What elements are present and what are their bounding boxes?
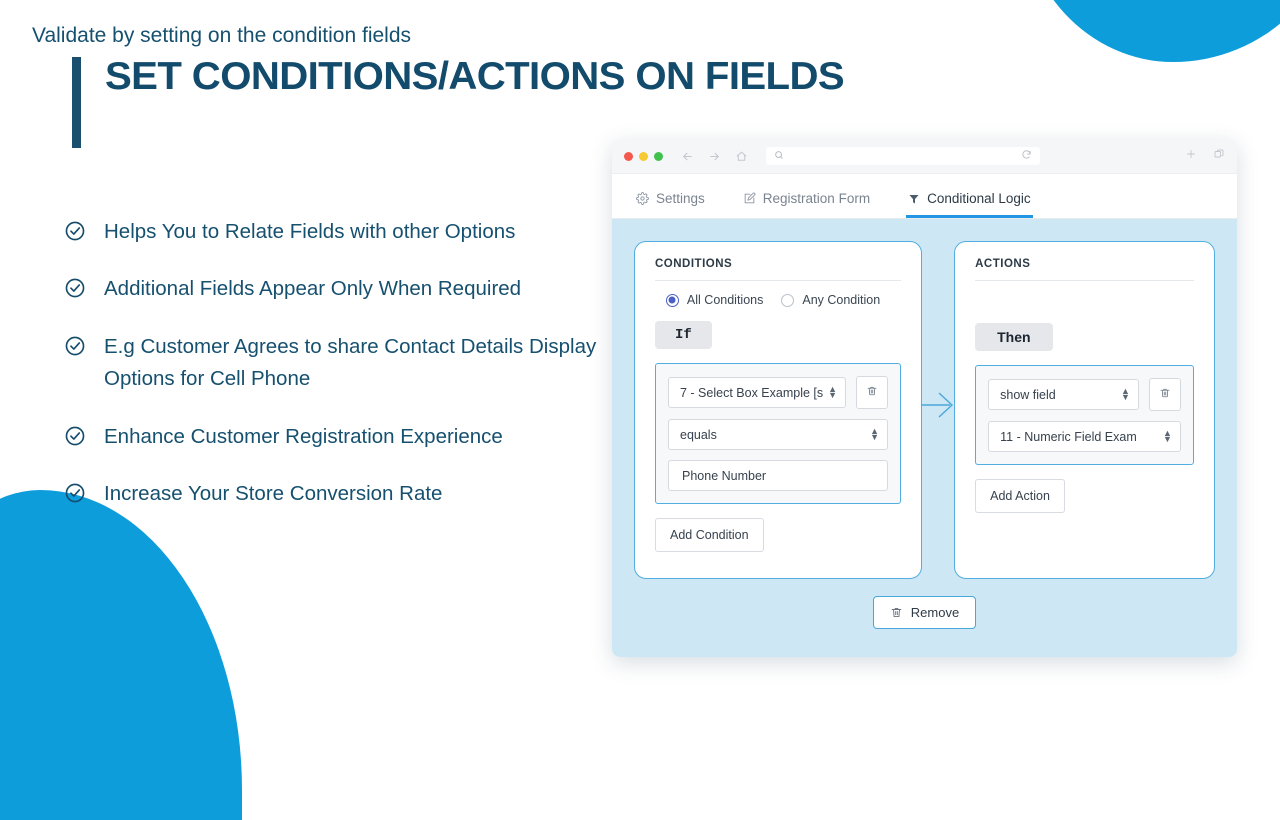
chevron-updown-icon: ▲ ▼ <box>828 383 838 400</box>
action-type-row: show field ▲ ▼ <box>988 378 1181 411</box>
condition-operator-row: equals ▲ ▼ <box>668 419 889 450</box>
remove-rule-button[interactable]: Remove <box>872 596 977 629</box>
maximize-window-button[interactable] <box>654 151 663 161</box>
list-item: Helps You to Relate Fields with other Op… <box>64 216 604 248</box>
minimize-window-button[interactable] <box>639 151 648 161</box>
remove-rule-label: Remove <box>910 605 960 620</box>
chrome-right-icons <box>1185 147 1225 165</box>
tab-label: Conditional Logic <box>927 191 1031 206</box>
actions-panel: ACTIONS Then show field ▲ ▼ 11 - Numeric… <box>954 241 1215 579</box>
title-block: SET CONDITIONS/ACTIONS ON FIELDS <box>72 57 845 148</box>
tab-label: Settings <box>656 191 705 206</box>
trash-icon <box>1159 386 1171 404</box>
list-item-label: E.g Customer Agrees to share Contact Det… <box>104 334 597 391</box>
radio-any-condition-label[interactable]: Any Condition <box>802 293 880 307</box>
home-icon[interactable] <box>735 150 748 163</box>
list-item-label: Additional Fields Appear Only When Requi… <box>104 277 522 301</box>
check-circle-icon <box>64 425 86 447</box>
add-condition-button[interactable]: Add Condition <box>655 518 764 552</box>
tab-label: Registration Form <box>762 191 871 206</box>
page-subtitle: Validate by setting on the condition fie… <box>32 24 412 47</box>
browser-window: Settings Registration Form Conditional L… <box>612 139 1237 657</box>
filter-icon <box>908 193 920 205</box>
forward-arrow-icon[interactable] <box>708 150 721 163</box>
list-item-label: Enhance Customer Registration Experience <box>104 424 503 448</box>
radio-any-condition[interactable] <box>781 293 795 307</box>
tab-bar: Settings Registration Form Conditional L… <box>612 174 1237 219</box>
action-rule-box: show field ▲ ▼ 11 - Numeric Field Exam ▲… <box>975 365 1194 465</box>
delete-action-button[interactable] <box>1149 378 1181 411</box>
delete-condition-button[interactable] <box>856 376 889 409</box>
add-action-button[interactable]: Add Action <box>975 479 1065 513</box>
benefits-list: Helps You to Relate Fields with other Op… <box>64 216 604 535</box>
trash-icon <box>866 384 878 402</box>
radio-all-conditions[interactable] <box>665 293 679 307</box>
browser-chrome <box>612 139 1237 174</box>
conditions-panel-title: CONDITIONS <box>655 258 902 281</box>
trash-icon <box>890 606 903 619</box>
condition-operator-select[interactable]: equals ▲ ▼ <box>668 419 889 450</box>
list-item: E.g Customer Agrees to share Contact Det… <box>64 331 604 396</box>
address-bar-input[interactable] <box>784 150 1021 162</box>
condition-field-value: 7 - Select Box Example [s <box>680 385 824 400</box>
tab-conditional-logic[interactable]: Conditional Logic <box>906 191 1033 218</box>
rule-builder: CONDITIONS All Conditions Any Condition … <box>634 241 1215 579</box>
reload-icon[interactable] <box>1021 147 1032 165</box>
action-target-select[interactable]: 11 - Numeric Field Exam ▲ ▼ <box>988 421 1181 452</box>
close-window-button[interactable] <box>624 151 633 161</box>
condition-value-row <box>668 460 889 491</box>
tab-settings[interactable]: Settings <box>634 191 707 218</box>
slide-left-column: SET CONDITIONS/ACTIONS ON FIELDS Validat… <box>0 0 845 720</box>
duplicate-window-icon[interactable] <box>1213 147 1225 165</box>
actions-panel-title: ACTIONS <box>975 258 1194 281</box>
plus-icon[interactable] <box>1185 147 1197 165</box>
traffic-lights <box>624 151 663 161</box>
check-circle-icon <box>64 277 86 299</box>
search-icon <box>774 147 784 165</box>
check-circle-icon <box>64 220 86 242</box>
navigation-icons <box>681 150 748 163</box>
tab-registration-form[interactable]: Registration Form <box>741 191 872 218</box>
condition-field-row: 7 - Select Box Example [s ▲ ▼ <box>668 376 889 409</box>
condition-value-input[interactable] <box>680 467 877 484</box>
conditions-panel: CONDITIONS All Conditions Any Condition … <box>634 241 923 579</box>
action-target-value: 11 - Numeric Field Exam <box>1000 429 1137 444</box>
condition-value-field[interactable] <box>668 460 889 491</box>
action-type-value: show field <box>1000 387 1056 402</box>
title-accent-bar <box>72 57 81 148</box>
radio-all-conditions-label[interactable]: All Conditions <box>687 293 763 307</box>
edit-square-icon <box>743 192 756 205</box>
list-item: Increase Your Store Conversion Rate <box>64 478 604 510</box>
address-bar[interactable] <box>766 147 1040 165</box>
list-item-label: Helps You to Relate Fields with other Op… <box>104 220 516 243</box>
decorative-shape-top-right <box>1020 0 1280 62</box>
page-title: SET CONDITIONS/ACTIONS ON FIELDS <box>105 55 845 98</box>
check-circle-icon <box>64 335 86 357</box>
action-target-row: 11 - Numeric Field Exam ▲ ▼ <box>988 421 1181 452</box>
match-type-radio-group: All Conditions Any Condition <box>655 293 901 307</box>
list-item-label: Increase Your Store Conversion Rate <box>104 481 443 505</box>
gear-icon <box>636 192 649 205</box>
list-item: Enhance Customer Registration Experience <box>64 421 604 453</box>
conditional-logic-content: CONDITIONS All Conditions Any Condition … <box>612 219 1237 657</box>
back-arrow-icon[interactable] <box>681 150 694 163</box>
action-type-select[interactable]: show field ▲ ▼ <box>988 379 1139 410</box>
if-badge: If <box>655 321 712 349</box>
chevron-updown-icon: ▲ ▼ <box>1163 427 1172 444</box>
chevron-updown-icon: ▲ ▼ <box>1121 385 1130 402</box>
check-circle-icon <box>64 482 86 504</box>
condition-field-select[interactable]: 7 - Select Box Example [s ▲ ▼ <box>668 377 847 408</box>
condition-operator-value: equals <box>680 427 717 442</box>
remove-rule-row: Remove <box>634 596 1215 629</box>
list-item: Additional Fields Appear Only When Requi… <box>64 273 604 305</box>
chevron-updown-icon: ▲ ▼ <box>870 425 880 442</box>
condition-rule-box: 7 - Select Box Example [s ▲ ▼ equals ▲ ▼… <box>655 363 902 504</box>
then-badge: Then <box>975 323 1053 351</box>
